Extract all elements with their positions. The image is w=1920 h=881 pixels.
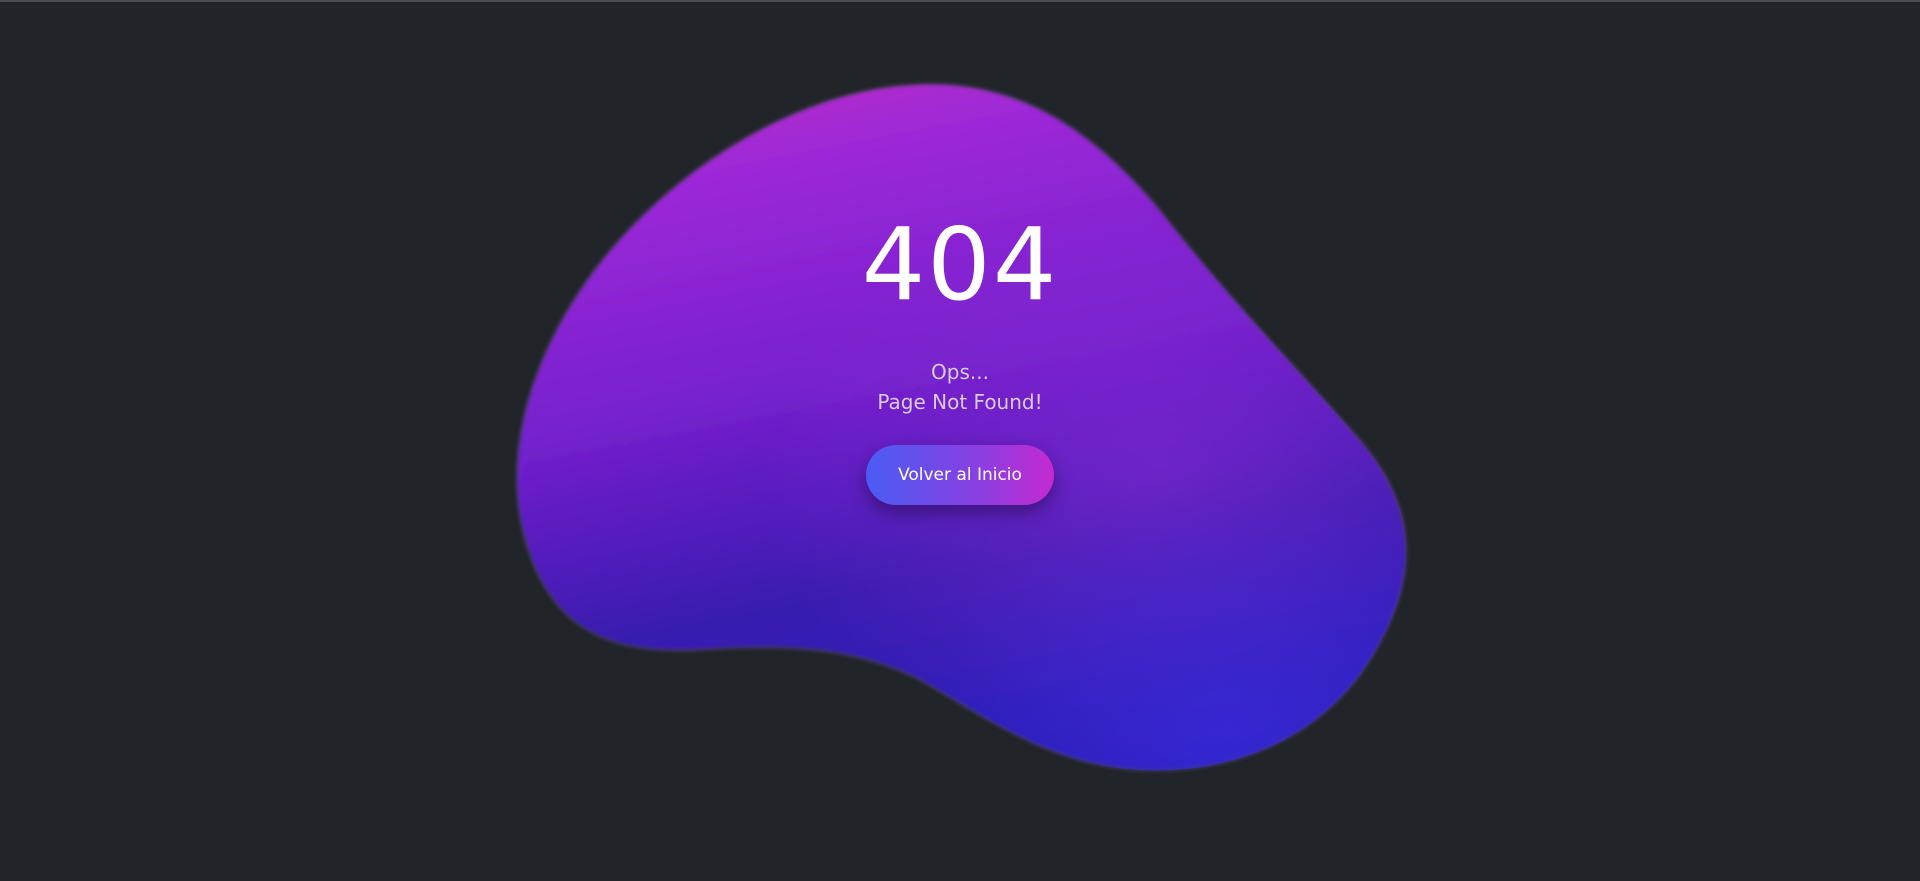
error-content: 404 Ops... Page Not Found! Volver al Ini…: [760, 205, 1160, 505]
error-code: 404: [861, 206, 1059, 323]
error-message: Ops... Page Not Found!: [760, 357, 1160, 417]
home-button[interactable]: Volver al Inicio: [866, 445, 1054, 505]
error-message-line1: Ops...: [931, 360, 989, 384]
error-message-line2: Page Not Found!: [877, 390, 1043, 414]
not-found-page: 404 Ops... Page Not Found! Volver al Ini…: [0, 0, 1920, 881]
